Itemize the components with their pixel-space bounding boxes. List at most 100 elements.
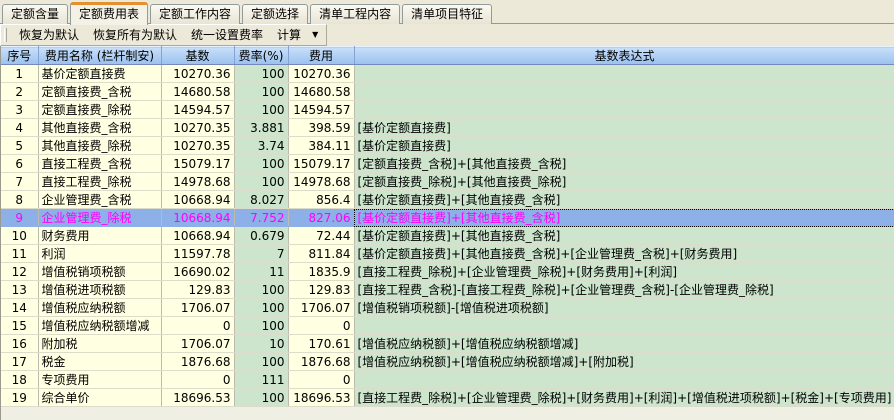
base-cell[interactable]: 14680.58 (161, 83, 234, 101)
expression-cell[interactable]: [定额直接费_含税]+[其他直接费_含税] (354, 155, 894, 173)
fee-name-cell[interactable]: 直接工程费_除税 (38, 173, 161, 191)
row-number-cell[interactable]: 14 (1, 299, 38, 317)
table-row[interactable]: 16附加税1706.0710170.61[增值税应纳税额]+[增值税应纳税额增减… (1, 335, 894, 353)
expression-cell[interactable]: [直接工程费_含税]-[直接工程费_除税]+[企业管理费_含税]-[企业管理费_… (354, 281, 894, 299)
fee-name-cell[interactable]: 增值税应纳税额增减 (38, 317, 161, 335)
table-row[interactable]: 6直接工程费_含税15079.1710015079.17[定额直接费_含税]+[… (1, 155, 894, 173)
expression-cell[interactable]: [基价定额直接费] (354, 137, 894, 155)
row-number-cell[interactable]: 19 (1, 389, 38, 407)
rate-cell[interactable]: 10 (234, 335, 288, 353)
row-number-cell[interactable]: 15 (1, 317, 38, 335)
fee-name-cell[interactable]: 基价定额直接费 (38, 65, 161, 83)
restore-all-default-button[interactable]: 恢复所有为默认 (86, 25, 184, 45)
expression-cell[interactable] (354, 317, 894, 335)
fee-name-cell[interactable]: 定额直接费_除税 (38, 101, 161, 119)
expression-cell[interactable] (354, 371, 894, 389)
rate-cell[interactable]: 100 (234, 317, 288, 335)
base-cell[interactable]: 16690.02 (161, 263, 234, 281)
base-cell[interactable]: 10270.35 (161, 137, 234, 155)
fee-cell[interactable]: 15079.17 (288, 155, 354, 173)
table-row[interactable]: 15增值税应纳税额增减01000 (1, 317, 894, 335)
base-cell[interactable]: 18696.53 (161, 389, 234, 407)
fee-name-cell[interactable]: 企业管理费_含税 (38, 191, 161, 209)
expression-cell[interactable]: [增值税应纳税额]+[增值税应纳税额增减]+[附加税] (354, 353, 894, 371)
fee-cell[interactable]: 10270.36 (288, 65, 354, 83)
table-row[interactable]: 3定额直接费_除税14594.5710014594.57 (1, 101, 894, 119)
rate-cell[interactable]: 7.752 (234, 209, 288, 227)
base-cell[interactable]: 10270.35 (161, 119, 234, 137)
rate-cell[interactable]: 7 (234, 245, 288, 263)
fee-name-cell[interactable]: 直接工程费_含税 (38, 155, 161, 173)
fee-name-cell[interactable]: 综合单价 (38, 389, 161, 407)
table-row[interactable]: 8企业管理费_含税10668.948.027856.4[基价定额直接费]+[其他… (1, 191, 894, 209)
expression-cell[interactable]: [基价定额直接费]+[其他直接费_含税] (354, 191, 894, 209)
row-number-cell[interactable]: 1 (1, 65, 38, 83)
expression-cell[interactable]: [定额直接费_除税]+[其他直接费_除税] (354, 173, 894, 191)
fee-name-cell[interactable]: 附加税 (38, 335, 161, 353)
fee-name-cell[interactable]: 其他直接费_除税 (38, 137, 161, 155)
expression-cell[interactable]: [基价定额直接费] (354, 119, 894, 137)
base-cell[interactable]: 1706.07 (161, 299, 234, 317)
tab-list-item-feature[interactable]: 清单项目特征 (402, 4, 492, 24)
rate-cell[interactable]: 8.027 (234, 191, 288, 209)
table-row[interactable]: 10财务费用10668.940.67972.44[基价定额直接费]+[其他直接费… (1, 227, 894, 245)
base-cell[interactable]: 14978.68 (161, 173, 234, 191)
col-header-expression[interactable]: 基数表达式 (354, 47, 894, 65)
fee-cell[interactable]: 129.83 (288, 281, 354, 299)
fee-cell[interactable]: 14978.68 (288, 173, 354, 191)
fee-name-cell[interactable]: 增值税应纳税额 (38, 299, 161, 317)
fee-cell[interactable]: 827.06 (288, 209, 354, 227)
table-row[interactable]: 2定额直接费_含税14680.5810014680.58 (1, 83, 894, 101)
fee-cell[interactable]: 170.61 (288, 335, 354, 353)
fee-cell[interactable]: 14680.58 (288, 83, 354, 101)
table-row[interactable]: 11利润11597.787811.84[基价定额直接费]+[其他直接费_含税]+… (1, 245, 894, 263)
rate-cell[interactable]: 100 (234, 389, 288, 407)
fee-cell[interactable]: 0 (288, 317, 354, 335)
row-number-cell[interactable]: 9 (1, 209, 38, 227)
base-cell[interactable]: 0 (161, 317, 234, 335)
fee-name-cell[interactable]: 利润 (38, 245, 161, 263)
tab-quota-content[interactable]: 定额含量 (2, 4, 68, 24)
toolbar-grip-icon[interactable] (4, 28, 7, 42)
table-row[interactable]: 18专项费用01110 (1, 371, 894, 389)
base-cell[interactable]: 0 (161, 371, 234, 389)
rate-cell[interactable]: 100 (234, 101, 288, 119)
base-cell[interactable]: 1706.07 (161, 335, 234, 353)
rate-cell[interactable]: 3.881 (234, 119, 288, 137)
row-number-cell[interactable]: 4 (1, 119, 38, 137)
expression-cell[interactable]: [基价定额直接费]+[其他直接费_含税]+[企业管理费_含税]+[财务费用] (354, 245, 894, 263)
fee-name-cell[interactable]: 财务费用 (38, 227, 161, 245)
fee-cell[interactable]: 398.59 (288, 119, 354, 137)
fee-cell[interactable]: 384.11 (288, 137, 354, 155)
rate-cell[interactable]: 100 (234, 353, 288, 371)
fee-name-cell[interactable]: 增值税进项税额 (38, 281, 161, 299)
fee-cell[interactable]: 1835.9 (288, 263, 354, 281)
fee-cell[interactable]: 0 (288, 371, 354, 389)
fee-cell[interactable]: 72.44 (288, 227, 354, 245)
base-cell[interactable]: 15079.17 (161, 155, 234, 173)
base-cell[interactable]: 129.83 (161, 281, 234, 299)
tab-list-work-content[interactable]: 清单工程内容 (310, 4, 400, 24)
base-cell[interactable]: 10270.36 (161, 65, 234, 83)
expression-cell[interactable]: [增值税销项税额]-[增值税进项税额] (354, 299, 894, 317)
rate-cell[interactable]: 100 (234, 83, 288, 101)
col-header-index[interactable]: 序号 (1, 47, 38, 65)
restore-default-button[interactable]: 恢复为默认 (12, 25, 86, 45)
table-row[interactable]: 4其他直接费_含税10270.353.881398.59[基价定额直接费] (1, 119, 894, 137)
row-number-cell[interactable]: 13 (1, 281, 38, 299)
col-header-rate[interactable]: 费率(%) (234, 47, 288, 65)
expression-cell[interactable] (354, 83, 894, 101)
col-header-fee-name[interactable]: 费用名称 (栏杆制安) (38, 47, 161, 65)
row-number-cell[interactable]: 2 (1, 83, 38, 101)
rate-cell[interactable]: 100 (234, 173, 288, 191)
row-number-cell[interactable]: 11 (1, 245, 38, 263)
row-number-cell[interactable]: 3 (1, 101, 38, 119)
table-row[interactable]: 12增值税销项税额16690.02111835.9[直接工程费_除税]+[企业管… (1, 263, 894, 281)
table-row[interactable]: 19综合单价18696.5310018696.53[直接工程费_除税]+[企业管… (1, 389, 894, 407)
row-number-cell[interactable]: 8 (1, 191, 38, 209)
table-row[interactable]: 7直接工程费_除税14978.6810014978.68[定额直接费_除税]+[… (1, 173, 894, 191)
table-row[interactable]: 9企业管理费_除税10668.947.752827.06[基价定额直接费]+[其… (1, 209, 894, 227)
fee-name-cell[interactable]: 专项费用 (38, 371, 161, 389)
col-header-base[interactable]: 基数 (161, 47, 234, 65)
toolbar-overflow-dropdown-icon[interactable]: ▼ (308, 25, 320, 45)
